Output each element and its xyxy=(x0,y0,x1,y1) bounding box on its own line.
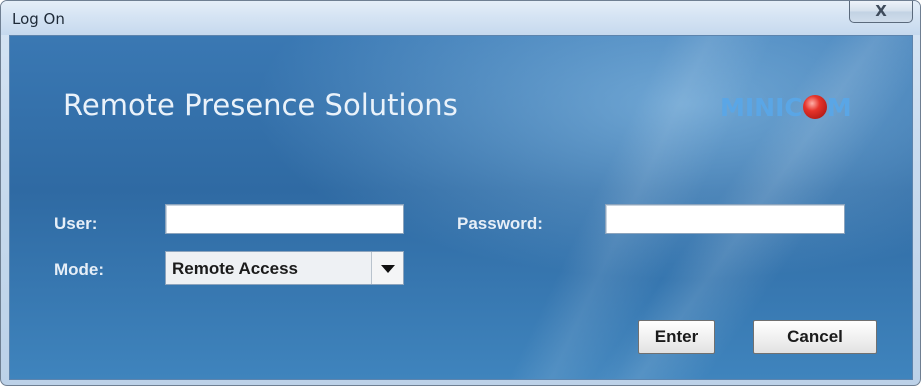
login-panel: Remote Presence Solutions MINIC M User: P… xyxy=(9,35,913,380)
app-title: Remote Presence Solutions xyxy=(63,88,458,122)
password-label: Password: xyxy=(457,214,543,233)
close-button[interactable]: X xyxy=(849,1,913,23)
password-input[interactable] xyxy=(605,204,845,234)
close-icon: X xyxy=(875,2,887,20)
logo-ball-icon xyxy=(802,95,827,119)
window-title: Log On xyxy=(12,10,65,28)
title-bar[interactable]: Log On X xyxy=(1,1,920,35)
mode-label: Mode: xyxy=(54,260,105,279)
enter-button[interactable]: Enter xyxy=(638,320,715,354)
user-label: User: xyxy=(54,214,98,233)
chevron-down-icon xyxy=(381,265,395,273)
user-input[interactable] xyxy=(165,204,404,234)
cancel-button[interactable]: Cancel xyxy=(753,320,877,354)
minicom-logo: MINIC M xyxy=(720,93,852,122)
logo-text-right: M xyxy=(826,93,852,122)
mode-select-value: Remote Access xyxy=(172,259,298,278)
log-on-dialog: Log On X Remote Presence Solutions MINIC… xyxy=(0,0,921,386)
logo-text-left: MINIC xyxy=(720,93,803,122)
mode-select[interactable]: Remote Access xyxy=(165,251,404,285)
mode-dropdown-button[interactable] xyxy=(371,252,403,284)
